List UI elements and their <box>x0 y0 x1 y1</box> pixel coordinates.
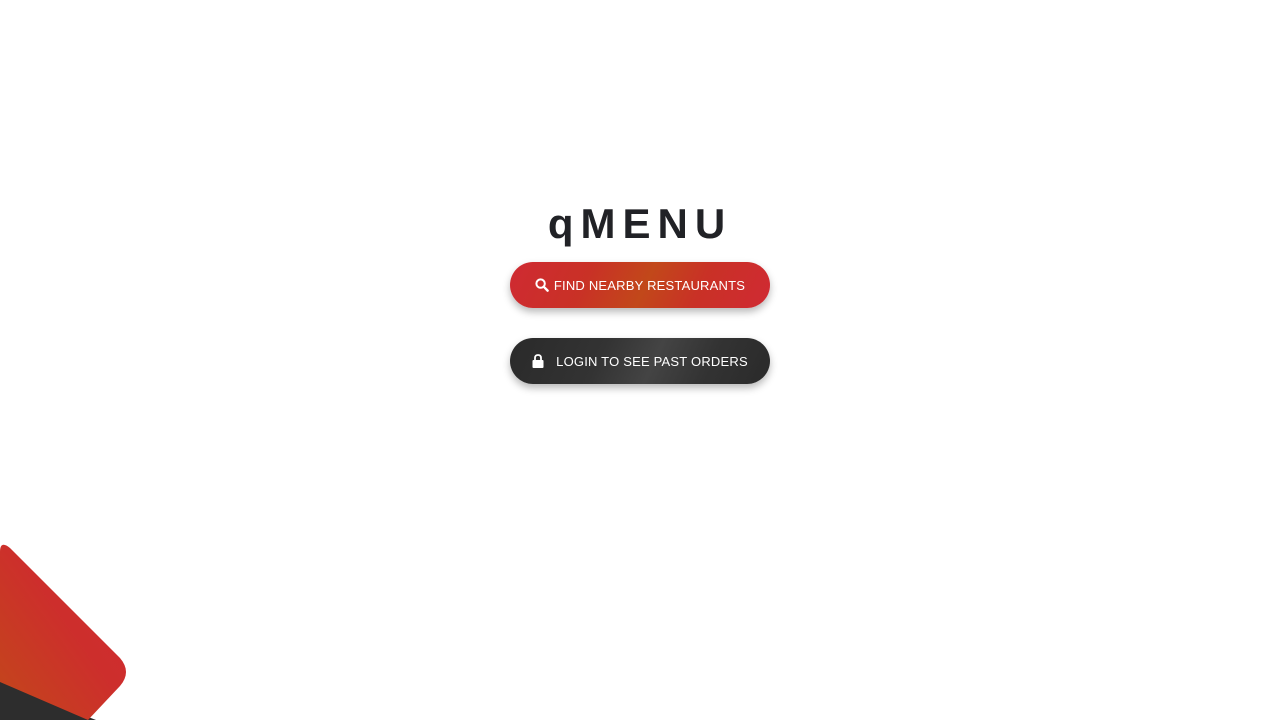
brand-title: qMENU <box>547 200 733 247</box>
find-nearby-restaurants-button[interactable]: FIND NEARBY RESTAURANTS <box>510 262 770 308</box>
login-past-orders-label: LOGIN TO SEE PAST ORDERS <box>556 353 748 369</box>
login-past-orders-button[interactable]: LOGIN TO SEE PAST ORDERS <box>510 338 770 384</box>
lock-icon <box>532 354 544 368</box>
main-content: qMENU FIND NEARBY RESTAURANTS LOGIN TO S… <box>0 0 1280 720</box>
landing-page: qMENU FIND NEARBY RESTAURANTS LOGIN TO S… <box>0 0 1280 720</box>
search-icon <box>535 278 549 292</box>
find-nearby-restaurants-label: FIND NEARBY RESTAURANTS <box>553 277 746 293</box>
